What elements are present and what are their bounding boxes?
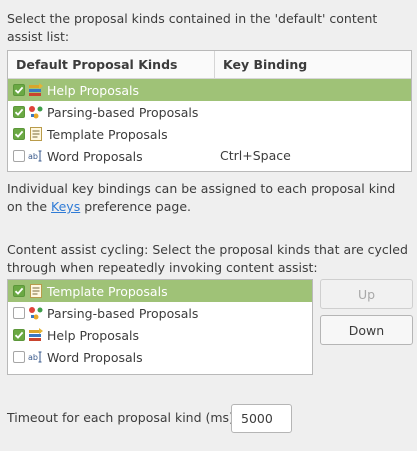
column-header-kinds[interactable]: Default Proposal Kinds [8,51,215,78]
row-label: Template Proposals [47,126,168,142]
parsing-proposals-icon [28,105,44,119]
up-button[interactable]: Up [320,279,413,309]
list-item-label: Help Proposals [47,327,140,343]
key-binding-cell: Ctrl+Space [220,148,291,163]
help-proposals-icon [28,83,44,97]
cycling-text: Content assist cycling: Select the propo… [7,242,408,275]
intro-text: Select the proposal kinds contained in t… [7,11,378,44]
list-item-help-proposals[interactable]: Help Proposals [8,324,312,346]
list-item-label: Template Proposals [47,283,168,299]
checkbox-parsing-proposals[interactable] [13,106,25,118]
template-proposals-icon [28,284,44,298]
checkbox-help-proposals[interactable] [13,84,25,96]
table-row-parsing-proposals[interactable]: Parsing-based Proposals [8,101,411,123]
checkbox-template-proposals[interactable] [13,285,25,297]
svg-text:ab: ab [28,152,38,161]
content-assist-cycling-list: Template Proposals Parsing-based Proposa… [7,279,313,375]
checkbox-word-proposals[interactable] [13,351,25,363]
timeout-input[interactable]: 5000 [231,404,292,433]
word-proposals-icon: ab [28,350,44,364]
help-proposals-icon [28,328,44,342]
table-header: Default Proposal Kinds Key Binding [8,51,411,79]
word-proposals-icon: ab [28,149,44,163]
row-label: Parsing-based Proposals [47,104,199,120]
list-item-word-proposals[interactable]: ab Word Proposals [8,346,312,368]
svg-text:ab: ab [28,353,38,362]
list-item-parsing-proposals[interactable]: Parsing-based Proposals [8,302,312,324]
list-item-label: Parsing-based Proposals [47,305,199,321]
table-row-word-proposals[interactable]: ab Word Proposals Ctrl+Space [8,145,411,167]
template-proposals-icon [28,127,44,141]
row-label: Help Proposals [47,82,140,98]
checkbox-template-proposals[interactable] [13,128,25,140]
keybinding-note: Individual key bindings can be assigned … [7,180,412,216]
keybinding-note-suffix: preference page. [80,199,191,214]
row-label: Word Proposals [47,148,143,164]
checkbox-word-proposals[interactable] [13,150,25,162]
down-button[interactable]: Down [320,315,413,345]
column-header-key-binding[interactable]: Key Binding [215,51,411,78]
checkbox-help-proposals[interactable] [13,329,25,341]
timeout-label: Timeout for each proposal kind (ms): [7,410,239,425]
table-row-template-proposals[interactable]: Template Proposals [8,123,411,145]
keys-link[interactable]: Keys [51,199,80,214]
checkbox-parsing-proposals[interactable] [13,307,25,319]
table-row-help-proposals[interactable]: Help Proposals [8,79,411,101]
parsing-proposals-icon [28,306,44,320]
list-item-label: Word Proposals [47,349,143,365]
list-item-template-proposals[interactable]: Template Proposals [8,280,312,302]
default-proposal-kinds-table: Default Proposal Kinds Key Binding Help … [7,50,412,172]
